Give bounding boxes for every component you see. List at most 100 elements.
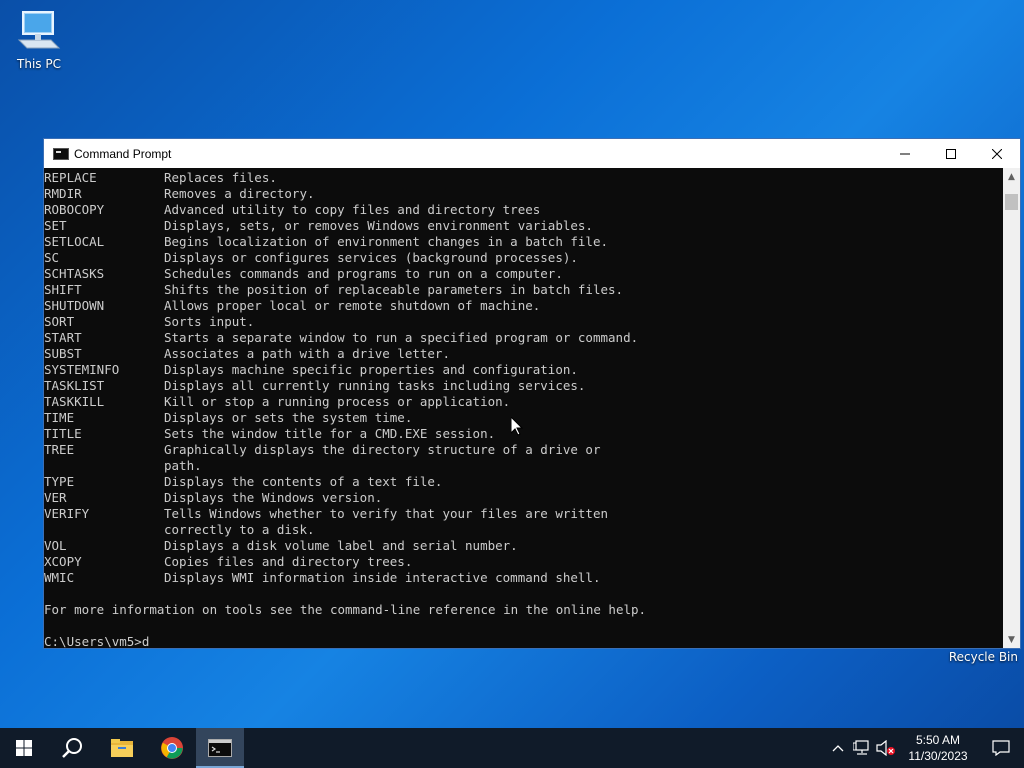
command-name: SCHTASKS <box>44 266 105 281</box>
chevron-up-icon <box>832 745 844 752</box>
command-name: SHIFT <box>44 282 82 297</box>
command-description: Tells Windows whether to verify that you… <box>164 506 609 521</box>
command-name: RMDIR <box>44 186 82 201</box>
maximize-button[interactable] <box>928 139 974 168</box>
command-prompt-taskbar-button[interactable] <box>196 728 244 768</box>
command-name: TIME <box>44 410 75 425</box>
command-name: TITLE <box>44 426 82 441</box>
command-description: Kill or stop a running process or applic… <box>164 394 511 409</box>
console-line: path. <box>44 458 1003 474</box>
command-description: Displays, sets, or removes Windows envir… <box>164 218 593 233</box>
console-line: SC Displays or configures services (backg… <box>44 250 1003 266</box>
volume-muted-icon <box>876 740 895 756</box>
console-line: ROBOCOPY Advanced utility to copy files a… <box>44 202 1003 218</box>
command-description: Associates a path with a drive letter. <box>164 346 450 361</box>
notification-icon <box>992 740 1010 756</box>
this-pc-label: This PC <box>17 57 61 71</box>
console-line: SHIFT Shifts the position of replaceable … <box>44 282 1003 298</box>
command-description: Begins localization of environment chang… <box>164 234 609 249</box>
command-description: path. <box>164 458 202 473</box>
start-button[interactable] <box>0 728 48 768</box>
command-description: Replaces files. <box>164 170 277 185</box>
command-description: Schedules commands and programs to run o… <box>164 266 563 281</box>
maximize-icon <box>946 148 956 159</box>
command-name: TASKKILL <box>44 394 105 409</box>
console-line: XCOPY Copies files and directory trees. <box>44 554 1003 570</box>
console-output[interactable]: REPLACE Replaces files. RMDIR Removes a dir… <box>44 168 1003 648</box>
console-line: SCHTASKS Schedules commands and programs … <box>44 266 1003 282</box>
console-line: correctly to a disk. <box>44 522 1003 538</box>
command-name: TYPE <box>44 474 75 489</box>
command-description: Displays the contents of a text file. <box>164 474 443 489</box>
title-bar[interactable]: Command Prompt <box>44 139 1020 168</box>
close-button[interactable] <box>974 139 1020 168</box>
volume-button[interactable] <box>874 728 898 768</box>
console-lines: REPLACE Replaces files. RMDIR Removes a dir… <box>44 168 1003 648</box>
command-description: Sets the window title for a CMD.EXE sess… <box>164 426 496 441</box>
console-line: SETLOCAL Begins localization of environme… <box>44 234 1003 250</box>
command-description: Sorts input. <box>164 314 255 329</box>
action-center-button[interactable] <box>978 728 1024 768</box>
command-prompt-window[interactable]: Command Prompt REPLACE Replaces files. RMD… <box>43 138 1021 649</box>
scrollbar-thumb[interactable] <box>1005 194 1018 210</box>
command-description: C:\Users\vm5>d <box>44 634 150 648</box>
console-line: SUBST Associates a path with a drive lett… <box>44 346 1003 362</box>
command-name: VERIFY <box>44 506 90 521</box>
file-explorer-icon <box>111 739 133 757</box>
console-line: TASKKILL Kill or stop a running process o… <box>44 394 1003 410</box>
command-prompt-icon <box>208 739 232 757</box>
console-line: VER Displays the Windows version. <box>44 490 1003 506</box>
command-description: Displays all currently running tasks inc… <box>164 378 586 393</box>
command-name: TREE <box>44 442 75 457</box>
command-name: SC <box>44 250 60 265</box>
command-description: Allows proper local or remote shutdown o… <box>164 298 541 313</box>
command-name: XCOPY <box>44 554 82 569</box>
console-line: TREE Graphically displays the directory s… <box>44 442 1003 458</box>
command-description: Advanced utility to copy files and direc… <box>164 202 541 217</box>
command-description: Displays the Windows version. <box>164 490 383 505</box>
clock-date: 11/30/2023 <box>908 749 968 763</box>
chrome-button[interactable] <box>148 728 196 768</box>
system-tray: 5:50 AM 11/30/2023 <box>826 728 1024 768</box>
scroll-down-arrow-icon[interactable]: ▼ <box>1003 631 1020 648</box>
command-name: START <box>44 330 82 345</box>
console-line: For more information on tools see the co… <box>44 602 1003 618</box>
search-button[interactable] <box>48 728 96 768</box>
command-description: Graphically displays the directory struc… <box>164 442 601 457</box>
command-name: SETLOCAL <box>44 234 105 249</box>
command-name: SHUTDOWN <box>44 298 105 313</box>
recycle-bin-label: Recycle Bin <box>948 650 1018 664</box>
command-prompt-icon <box>53 147 69 160</box>
computer-icon <box>17 11 61 49</box>
command-description: Displays or configures services (backgro… <box>164 250 578 265</box>
vertical-scrollbar[interactable]: ▲ ▼ <box>1003 168 1020 648</box>
minimize-button[interactable] <box>882 139 928 168</box>
console-line: REPLACE Replaces files. <box>44 170 1003 186</box>
scroll-up-arrow-icon[interactable]: ▲ <box>1003 168 1020 185</box>
network-button[interactable] <box>850 728 874 768</box>
console-line: SET Displays, sets, or removes Windows en… <box>44 218 1003 234</box>
file-explorer-button[interactable] <box>98 728 146 768</box>
recycle-bin-desktop-icon[interactable]: Recycle Bin <box>938 650 1018 664</box>
console-line: TITLE Sets the window title for a CMD.EXE… <box>44 426 1003 442</box>
show-hidden-icons-button[interactable] <box>826 728 850 768</box>
console-line: SYSTEMINFO Displays machine specific prop… <box>44 362 1003 378</box>
command-name: SORT <box>44 314 75 329</box>
taskbar: 5:50 AM 11/30/2023 <box>0 728 1024 768</box>
this-pc-desktop-icon[interactable]: This PC <box>10 8 68 71</box>
command-description: correctly to a disk. <box>164 522 315 537</box>
command-name: VER <box>44 490 67 505</box>
console-line: RMDIR Removes a directory. <box>44 186 1003 202</box>
command-name: ROBOCOPY <box>44 202 105 217</box>
console-line: TIME Displays or sets the system time. <box>44 410 1003 426</box>
console-line: C:\Users\vm5>d <box>44 634 1003 648</box>
chrome-icon <box>161 737 183 759</box>
command-description: Removes a directory. <box>164 186 315 201</box>
console-line: SHUTDOWN Allows proper local or remote sh… <box>44 298 1003 314</box>
console-line: VERIFY Tells Windows whether to verify th… <box>44 506 1003 522</box>
console-line: WMIC Displays WMI information inside inte… <box>44 570 1003 586</box>
clock[interactable]: 5:50 AM 11/30/2023 <box>898 732 978 764</box>
network-icon <box>853 740 869 755</box>
console-line: TYPE Displays the contents of a text file… <box>44 474 1003 490</box>
